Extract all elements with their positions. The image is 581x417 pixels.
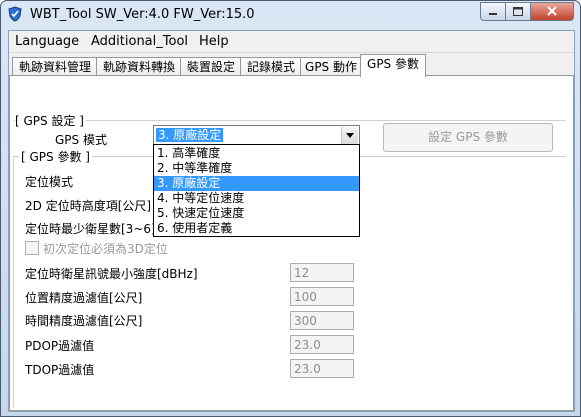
minimize-icon [489, 13, 497, 15]
gps-mode-option[interactable]: 6. 使用者定義 [154, 221, 359, 236]
min-snr-field[interactable]: 12 [290, 263, 354, 282]
gps-settings-group-label: [ GPS 設定 ] [15, 112, 86, 129]
option-label: 6. 使用者定義 [157, 221, 233, 235]
minimize-button[interactable] [480, 2, 506, 21]
tab-gps-action[interactable]: GPS 動作 [300, 57, 362, 76]
option-label: 3. 原廠設定 [157, 176, 221, 190]
maximize-icon [513, 7, 523, 16]
position-accuracy-field[interactable]: 100 [290, 287, 354, 306]
maximize-button[interactable] [506, 2, 531, 21]
chevron-down-icon [346, 133, 354, 138]
app-window: WBT_Tool SW_Ver:4.0 FW_Ver:15.0 Language… [0, 0, 581, 417]
time-accuracy-label: 時間精度過濾值[公尺] [25, 314, 143, 328]
gps-mode-dropdown-list: 1. 高準確度 2. 中等準確度 3. 原廠設定 4. 中等定位速度 5. 快速… [153, 144, 360, 237]
fix-mode-label: 定位模式 [25, 175, 74, 189]
option-label: 1. 高準確度 [157, 146, 221, 160]
pdop-field[interactable]: 23.0 [290, 335, 354, 354]
close-icon [547, 6, 557, 16]
tab-record-mode[interactable]: 記錄模式 [240, 57, 302, 76]
gps-settings-group-border [13, 120, 566, 121]
gps-params-page: [ GPS 設定 ] GPS 模式 3. 原廠設定 設定 GPS 參數 [ GP… [9, 75, 574, 411]
shield-app-icon [8, 6, 22, 22]
gps-params-group-label: [ GPS 參數 ] [19, 148, 92, 165]
close-button[interactable] [531, 2, 574, 21]
2d-altitude-label: 2D 定位時高度項[公尺] [25, 199, 152, 213]
gps-mode-option[interactable]: 4. 中等定位速度 [154, 191, 359, 206]
min-snr-label: 定位時衛星訊號最小強度[dBHz] [25, 267, 198, 281]
tdop-label: TDOP過濾值 [25, 363, 95, 377]
tab-gps-params[interactable]: GPS 參數 [360, 54, 426, 77]
first-fix-3d-checkbox[interactable] [25, 241, 39, 255]
gps-mode-option[interactable]: 2. 中等準確度 [154, 161, 359, 176]
apply-gps-params-button[interactable]: 設定 GPS 參數 [383, 123, 553, 152]
menu-help[interactable]: Help [199, 34, 229, 49]
window-title: WBT_Tool SW_Ver:4.0 FW_Ver:15.0 [30, 7, 255, 22]
tab-track-data-management[interactable]: 軌跡資料管理 [12, 57, 98, 76]
gps-mode-option-selected[interactable]: 3. 原廠設定 [154, 176, 359, 191]
window-controls [480, 2, 574, 21]
option-label: 5. 快速定位速度 [157, 206, 245, 220]
tab-strip: 軌跡資料管理 軌跡資料轉換 裝置設定 記錄模式 GPS 動作 GPS 參數 [9, 54, 574, 77]
client-area: Language Additional_Tool Help 軌跡資料管理 軌跡資… [8, 30, 575, 412]
time-accuracy-field[interactable]: 300 [290, 311, 354, 330]
option-label: 4. 中等定位速度 [157, 191, 245, 205]
tab-device-settings[interactable]: 裝置設定 [180, 57, 242, 76]
title-bar[interactable]: WBT_Tool SW_Ver:4.0 FW_Ver:15.0 [1, 1, 580, 29]
position-accuracy-label: 位置精度過濾值[公尺] [25, 291, 143, 305]
tdop-field[interactable]: 23.0 [290, 359, 354, 378]
gps-mode-selected-value: 3. 原廠設定 [156, 128, 224, 142]
gps-mode-select[interactable]: 3. 原廠設定 [153, 125, 360, 146]
gps-mode-option[interactable]: 5. 快速定位速度 [154, 206, 359, 221]
gps-mode-label: GPS 模式 [55, 133, 107, 147]
gps-mode-option[interactable]: 1. 高準確度 [154, 146, 359, 161]
menu-additional-tool[interactable]: Additional_Tool [91, 34, 188, 49]
pdop-label: PDOP過濾值 [25, 339, 95, 353]
min-satellites-label: 定位時最少衛星數[3~6] [25, 222, 156, 236]
menu-bar: Language Additional_Tool Help [9, 31, 574, 53]
option-label: 2. 中等準確度 [157, 161, 233, 175]
dropdown-arrow-button[interactable] [341, 127, 358, 144]
tab-track-data-conversion[interactable]: 軌跡資料轉換 [96, 57, 182, 76]
menu-language[interactable]: Language [15, 34, 79, 49]
first-fix-3d-label: 初次定位必須為3D定位 [43, 242, 168, 256]
